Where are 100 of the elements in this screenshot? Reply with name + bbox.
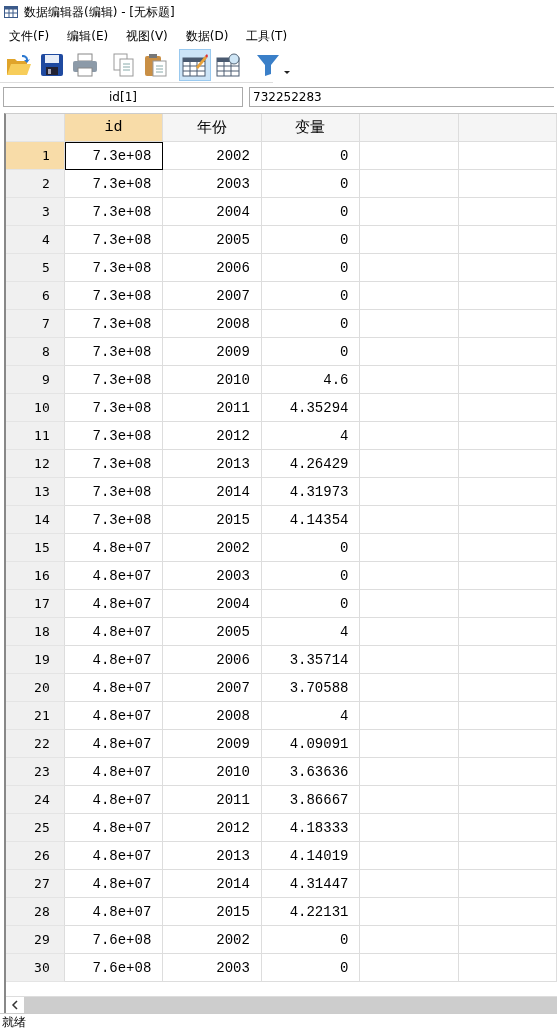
table-cell: 7.3e+08 — [64, 338, 164, 366]
row-number[interactable]: 14 — [6, 506, 65, 534]
row-number[interactable]: 1 — [6, 142, 65, 170]
row-number[interactable]: 6 — [6, 282, 65, 310]
table-cell: 0 — [261, 562, 361, 590]
table-cell: 2012 — [163, 422, 262, 450]
table-cell: 2008 — [163, 702, 262, 730]
variable-name-field[interactable]: id[1] — [3, 87, 243, 107]
menu-item[interactable]: 工具(T) — [237, 27, 297, 45]
table-cell: 2002 — [163, 534, 262, 562]
table-cell: 2011 — [163, 786, 262, 814]
cell-value-field[interactable]: 732252283 — [249, 87, 554, 107]
row-number[interactable]: 28 — [6, 898, 65, 926]
table-cell: 7.3e+08 — [64, 198, 164, 226]
menu-item[interactable]: 视图(V) — [117, 27, 177, 45]
table-cell: 0 — [261, 534, 361, 562]
status-text: 就绪 — [0, 1013, 557, 1031]
table-cell: 0 — [261, 338, 361, 366]
table-cell: 2006 — [163, 254, 262, 282]
table-cell: 2014 — [163, 870, 262, 898]
column-header[interactable]: 年份 — [163, 114, 262, 142]
row-number[interactable]: 12 — [6, 450, 65, 478]
row-number[interactable]: 17 — [6, 590, 65, 618]
row-number[interactable]: 29 — [6, 926, 65, 954]
table-cell: 7.3e+08 — [64, 394, 164, 422]
table-cell: 0 — [261, 142, 361, 170]
row-number[interactable]: 20 — [6, 674, 65, 702]
table-cell: 0 — [261, 254, 361, 282]
row-number[interactable]: 3 — [6, 198, 65, 226]
row-number[interactable]: 9 — [6, 366, 65, 394]
table-cell: 4.8e+07 — [64, 814, 164, 842]
row-number[interactable]: 21 — [6, 702, 65, 730]
table-cell: 7.3e+08 — [64, 422, 164, 450]
row-number[interactable]: 19 — [6, 646, 65, 674]
row-number[interactable]: 10 — [6, 394, 65, 422]
table-cell: 4.18333 — [261, 814, 361, 842]
table-cell: 4.6 — [261, 366, 361, 394]
row-number[interactable]: 2 — [6, 170, 65, 198]
table-cell: 4.8e+07 — [64, 758, 164, 786]
row-number[interactable]: 24 — [6, 786, 65, 814]
table-cell: 2013 — [163, 450, 262, 478]
table-cell: 2005 — [163, 226, 262, 254]
table-cell: 7.3e+08 — [64, 450, 164, 478]
table-cell: 2015 — [163, 898, 262, 926]
table-cell: 7.3e+08 — [64, 142, 164, 170]
menu-item[interactable]: 数据(D) — [176, 27, 238, 45]
column-header[interactable]: 变量 — [261, 114, 361, 142]
table-cell: 7.6e+08 — [64, 926, 164, 954]
corner-cell[interactable] — [6, 114, 65, 142]
row-number[interactable]: 5 — [6, 254, 65, 282]
table-cell: 7.6e+08 — [64, 954, 164, 982]
table-cell: 2008 — [163, 310, 262, 338]
toolbar-button[interactable] — [179, 49, 211, 81]
table-cell: 2003 — [163, 954, 262, 982]
table-cell: 4.31447 — [261, 870, 361, 898]
printer-icon — [72, 53, 98, 77]
table-cell: 2006 — [163, 646, 262, 674]
clipboard-icon — [144, 53, 168, 77]
table-cell: 7.3e+08 — [64, 506, 164, 534]
table-cell: 2012 — [163, 814, 262, 842]
table-cell: 2003 — [163, 562, 262, 590]
table-cell: 7.3e+08 — [64, 282, 164, 310]
table-pencil-icon — [182, 53, 208, 77]
menu-item[interactable]: 文件(F) — [0, 27, 59, 45]
table-icon — [4, 6, 18, 18]
horizontal-scrollbar[interactable] — [6, 996, 557, 1013]
table-cell: 2002 — [163, 142, 262, 170]
row-number[interactable]: 22 — [6, 730, 65, 758]
column-header[interactable]: id — [64, 114, 164, 142]
table-cell: 4.22131 — [261, 898, 361, 926]
row-number[interactable]: 7 — [6, 310, 65, 338]
window-title: 数据编辑器(编辑) - [无标题] — [24, 3, 175, 21]
table-cell: 4.8e+07 — [64, 590, 164, 618]
table-cell: 4.8e+07 — [64, 898, 164, 926]
row-number[interactable]: 27 — [6, 870, 65, 898]
table-cell: 4.8e+07 — [64, 870, 164, 898]
row-number[interactable]: 23 — [6, 758, 65, 786]
row-number[interactable]: 18 — [6, 618, 65, 646]
row-number[interactable]: 26 — [6, 842, 65, 870]
row-number[interactable]: 13 — [6, 478, 65, 506]
row-number[interactable]: 11 — [6, 422, 65, 450]
menu-item[interactable]: 编辑(E) — [58, 27, 118, 45]
table-cell: 3.70588 — [261, 674, 361, 702]
table-cell: 4 — [261, 422, 361, 450]
row-number[interactable]: 25 — [6, 814, 65, 842]
table-cell: 4.8e+07 — [64, 842, 164, 870]
row-number[interactable]: 8 — [6, 338, 65, 366]
row-number[interactable]: 16 — [6, 562, 65, 590]
table-cell: 2005 — [163, 618, 262, 646]
table-cell: 7.3e+08 — [64, 226, 164, 254]
folder-icon — [6, 53, 32, 77]
table-cell: 4.35294 — [261, 394, 361, 422]
table-cell: 0 — [261, 282, 361, 310]
row-number[interactable]: 15 — [6, 534, 65, 562]
row-number[interactable]: 30 — [6, 954, 65, 982]
table-cell: 2013 — [163, 842, 262, 870]
table-cell: 4.8e+07 — [64, 646, 164, 674]
table-cell: 2007 — [163, 282, 262, 310]
table-cell: 7.3e+08 — [64, 254, 164, 282]
row-number[interactable]: 4 — [6, 226, 65, 254]
